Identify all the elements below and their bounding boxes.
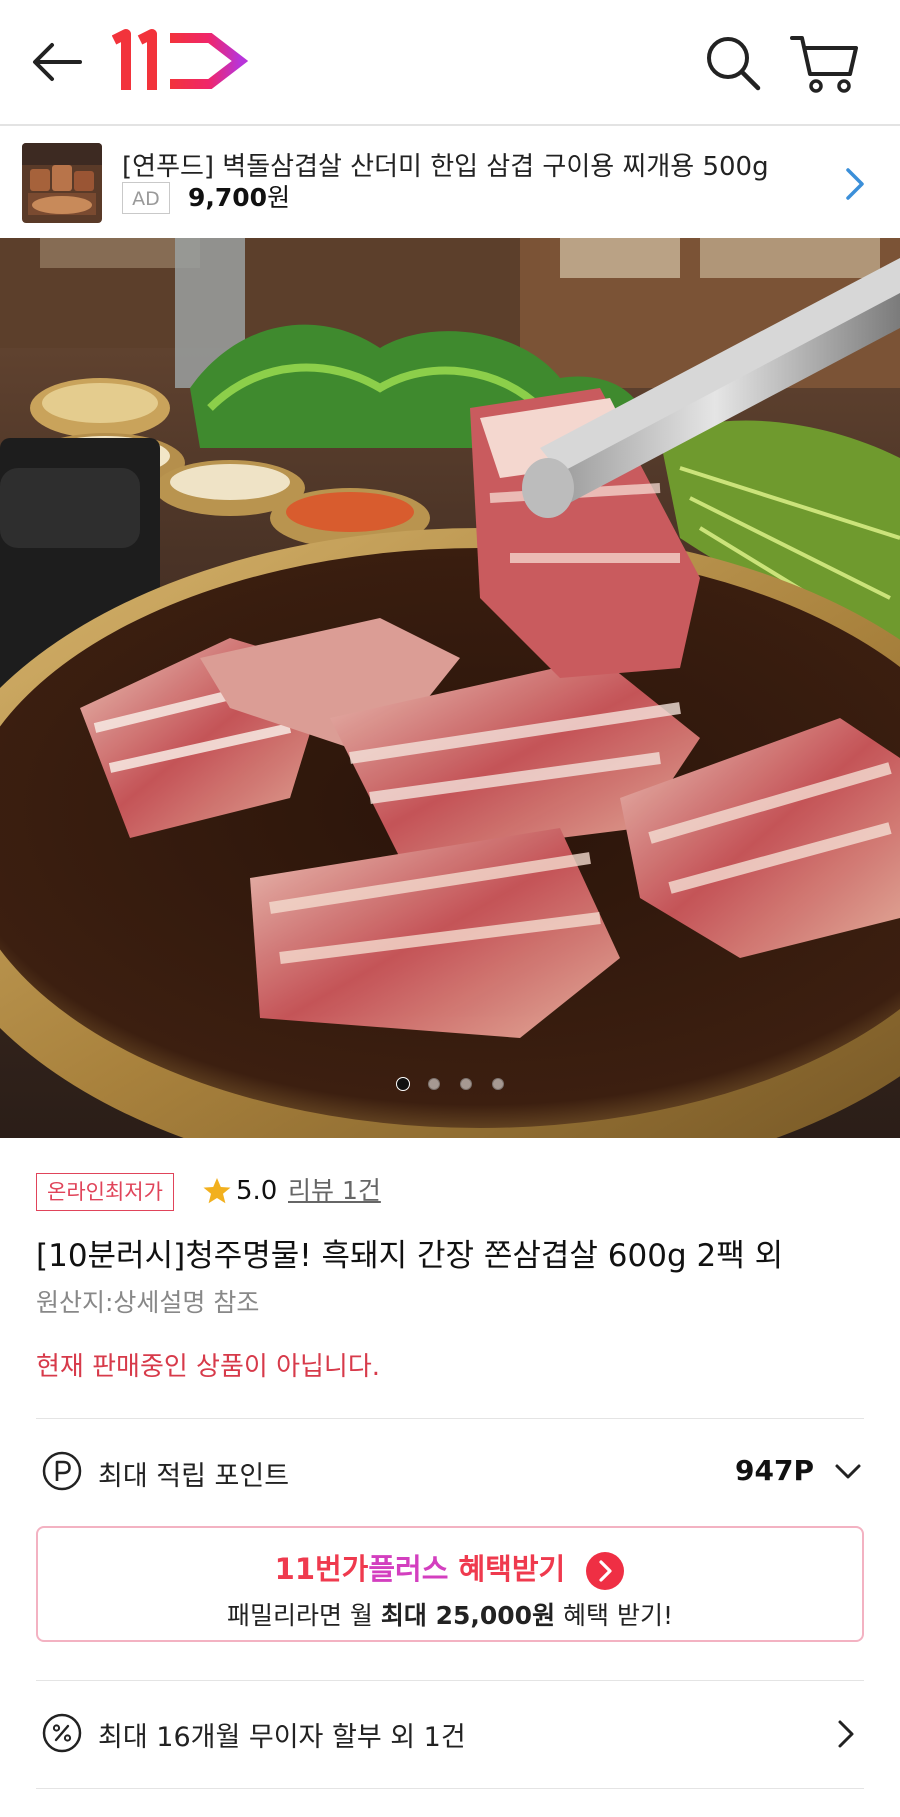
points-value: 947P <box>735 1454 814 1487</box>
carousel-dot[interactable] <box>492 1078 504 1090</box>
cart-button[interactable] <box>786 28 862 98</box>
installment-row[interactable]: 최대 16개월 무이자 할부 외 1건 <box>36 1683 864 1783</box>
arrow-left-icon <box>33 43 82 81</box>
review-link[interactable]: 리뷰 1건 <box>288 1174 381 1208</box>
star-icon <box>203 1178 231 1204</box>
percent-circle-icon <box>42 1713 82 1753</box>
ad-price-value: 9,700 <box>188 183 268 212</box>
search-button[interactable] <box>700 30 766 96</box>
ad-price: 9,700원 <box>188 182 290 214</box>
ad-title[interactable]: [연푸드] 벽돌삼겹살 산더미 한입 삼겹 구이용 찌개용 500g <box>122 146 822 183</box>
ad-banner[interactable]: [연푸드] 벽돌삼겹살 산더미 한입 삼겹 구이용 찌개용 500g AD 9,… <box>0 126 900 238</box>
carousel-indicator[interactable] <box>392 1077 512 1094</box>
section-divider <box>36 1680 864 1681</box>
ad-thumbnail <box>22 143 102 223</box>
plus-subtext: 패밀리라면 월 최대 25,000원 혜택 받기! <box>38 1596 862 1632</box>
ad-chevron[interactable] <box>842 166 868 202</box>
plus-sub-bold: 최대 25,000원 <box>380 1601 556 1630</box>
ad-badge: AD <box>122 182 170 214</box>
plus-headline: 11번가플러스 혜택받기 <box>38 1546 862 1591</box>
carousel-dot[interactable] <box>396 1077 410 1091</box>
11st-logo[interactable] <box>111 28 249 94</box>
product-photo <box>0 238 900 1138</box>
ad-price-currency: 원 <box>267 183 291 212</box>
installment-label: 최대 16개월 무이자 할부 외 1건 <box>98 1722 466 1753</box>
p-circle-icon <box>42 1451 82 1491</box>
lowest-price-badge: 온라인최저가 <box>36 1173 174 1211</box>
max-points-row[interactable]: 최대 적립 포인트 947P <box>36 1418 864 1528</box>
back-button[interactable] <box>26 30 90 94</box>
plus-membership-banner[interactable]: 11번가플러스 혜택받기 패밀리라면 월 최대 25,000원 혜택 받기! <box>36 1526 864 1642</box>
search-icon <box>707 37 761 91</box>
arrow-circle-right-icon[interactable] <box>585 1551 625 1591</box>
cart-icon <box>790 36 858 93</box>
plus-brand: 11번가플러스 <box>275 1552 449 1586</box>
plus-brand-prefix: 11번가 <box>274 1552 369 1586</box>
carousel-dot[interactable] <box>428 1078 440 1090</box>
plus-brand-plus: 플러스 <box>368 1552 449 1586</box>
plus-sub-suffix: 혜택 받기! <box>555 1601 673 1630</box>
product-title: [10분러시]청주명물! 흑돼지 간장 쫀삼겹살 600g 2팩 외 <box>36 1238 784 1274</box>
sale-status: 현재 판매중인 상품이 아닙니다. <box>36 1352 381 1382</box>
product-image-carousel[interactable] <box>0 238 900 1138</box>
top-app-bar <box>0 0 900 124</box>
logo-mark <box>111 29 249 90</box>
section-divider <box>36 1788 864 1789</box>
points-label: 최대 적립 포인트 <box>98 1461 290 1492</box>
chevron-right-icon[interactable] <box>836 1719 856 1749</box>
origin-info: 원산지:상세설명 참조 <box>36 1288 260 1317</box>
carousel-dot[interactable] <box>460 1078 472 1090</box>
plus-action: 혜택받기 <box>448 1552 566 1586</box>
chevron-down-icon[interactable] <box>834 1460 862 1482</box>
rating-value: 5.0 <box>236 1176 278 1206</box>
chevron-right-icon <box>846 168 864 200</box>
plus-sub-prefix: 패밀리라면 월 <box>226 1601 381 1630</box>
